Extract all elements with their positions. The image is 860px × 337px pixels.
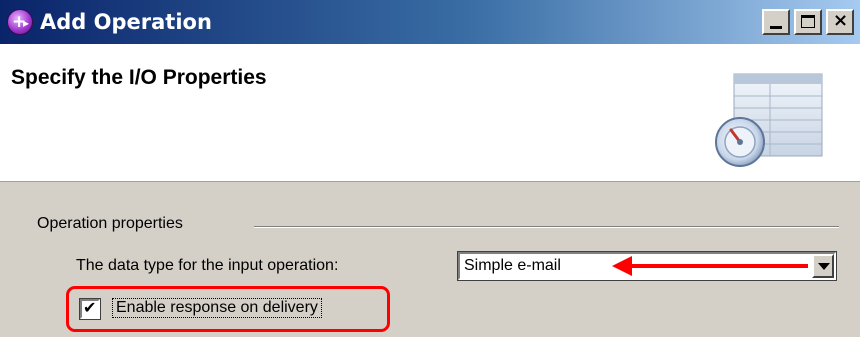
chevron-down-icon: [818, 263, 830, 270]
wizard-header: Specify the I/O Properties: [0, 44, 860, 182]
maximize-icon: [801, 15, 815, 28]
input-data-type-label: The data type for the input operation:: [76, 257, 339, 274]
title-bar[interactable]: + ▸ Add Operation ×: [0, 0, 860, 44]
maximize-button[interactable]: [794, 9, 822, 35]
operation-properties-group-label: Operation properties: [37, 215, 183, 232]
annotation-arrow-icon: [612, 256, 808, 276]
minimize-icon: [770, 26, 782, 29]
checkmark-icon: ✔: [83, 298, 97, 317]
close-button[interactable]: ×: [826, 9, 854, 35]
add-operation-icon: + ▸: [7, 9, 33, 35]
input-data-type-value: Simple e-mail: [464, 257, 561, 274]
enable-response-checkbox[interactable]: ✔: [79, 298, 101, 320]
wizard-banner-icon: [715, 73, 823, 167]
group-divider: [254, 226, 839, 228]
window-title: Add Operation: [40, 10, 212, 34]
dropdown-button[interactable]: [812, 254, 834, 278]
close-icon: ×: [833, 10, 849, 31]
page-title: Specify the I/O Properties: [11, 66, 267, 89]
enable-response-label[interactable]: Enable response on delivery: [112, 298, 322, 318]
minimize-button[interactable]: [762, 9, 790, 35]
